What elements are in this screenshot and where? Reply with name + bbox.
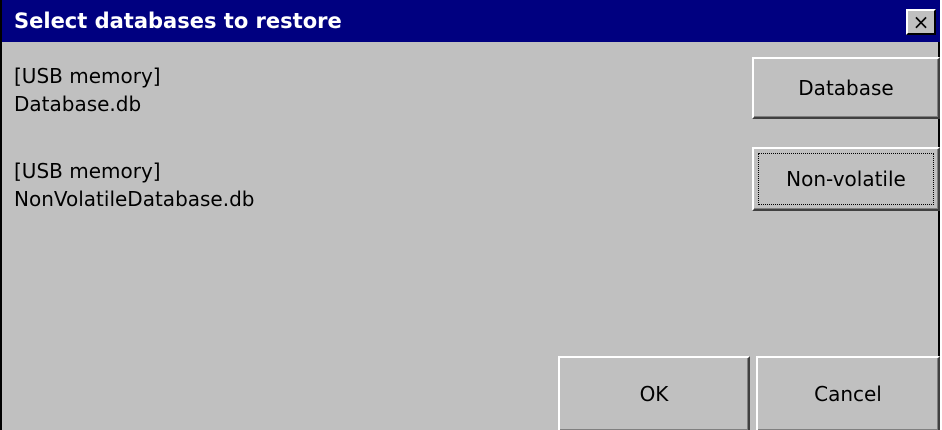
- dialog-title: Select databases to restore: [14, 9, 342, 33]
- nonvolatile-button[interactable]: Non-volatile: [752, 147, 940, 211]
- close-icon: ×: [912, 10, 930, 34]
- nonvolatile-file-label: NonVolatileDatabase.db: [14, 187, 255, 211]
- database-location-label: [USB memory]: [14, 64, 161, 88]
- nonvolatile-location-label: [USB memory]: [14, 159, 161, 183]
- ok-button[interactable]: OK: [558, 356, 750, 430]
- ok-button-label: OK: [639, 382, 669, 406]
- restore-dialog: Select databases to restore × [USB memor…: [0, 0, 940, 430]
- title-bar[interactable]: Select databases to restore ×: [2, 0, 940, 42]
- database-button-label: Database: [798, 76, 894, 100]
- cancel-button-label: Cancel: [814, 382, 882, 406]
- cancel-button[interactable]: Cancel: [756, 356, 940, 430]
- close-button[interactable]: ×: [906, 9, 936, 35]
- database-button[interactable]: Database: [752, 57, 940, 119]
- database-file-label: Database.db: [14, 92, 142, 116]
- focus-ring: [758, 153, 934, 205]
